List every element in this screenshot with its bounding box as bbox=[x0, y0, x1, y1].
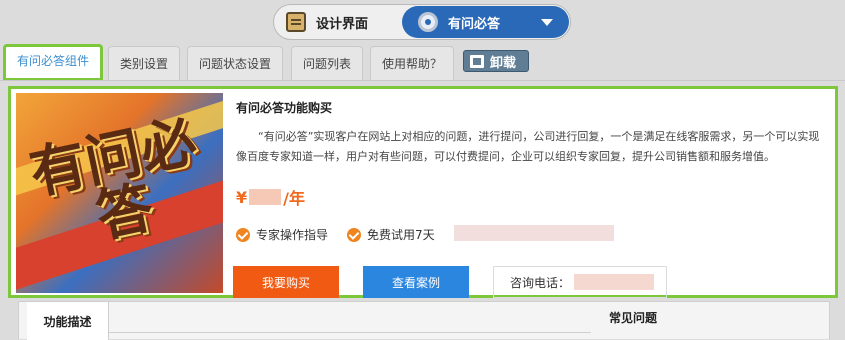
app-select-dropdown[interactable]: 有问必答 bbox=[402, 6, 569, 38]
card-description: “有问必答”实现客户在网站上对相应的问题，进行提问，公司进行回复，一个是满足在线… bbox=[236, 130, 820, 163]
hero-logo-text: 有问必答 bbox=[24, 107, 203, 251]
feature-free-trial: 免费试用7天 bbox=[347, 226, 435, 243]
chevron-down-icon bbox=[541, 19, 553, 26]
card-title: 有问必答功能购买 bbox=[236, 101, 333, 115]
price-redacted bbox=[249, 189, 282, 205]
tab-question-list[interactable]: 问题列表 bbox=[291, 46, 363, 80]
tab-help[interactable]: 使用帮助？ bbox=[370, 46, 454, 80]
unload-icon bbox=[470, 54, 484, 68]
view-cases-button[interactable]: 查看案例 bbox=[363, 266, 469, 298]
phone-label: 咨询电话： bbox=[510, 275, 571, 290]
consult-phone: 咨询电话： bbox=[493, 266, 667, 298]
design-view-label: 设计界面 bbox=[316, 16, 369, 32]
hero-image: 有问必答 bbox=[16, 93, 223, 293]
tab-component[interactable]: 有问必答组件 bbox=[3, 44, 103, 81]
unload-label: 卸载 bbox=[490, 55, 517, 71]
price-unit: /年 bbox=[283, 189, 305, 208]
tab-category-settings[interactable]: 类别设置 bbox=[108, 46, 180, 80]
unload-button[interactable]: 卸载 bbox=[463, 50, 529, 72]
design-view-button[interactable]: 设计界面 bbox=[286, 5, 368, 39]
view-switcher: 设计界面 有问必答 bbox=[273, 4, 571, 40]
feature-expert-guidance: 专家操作指导 bbox=[236, 226, 328, 243]
feature-label: 专家操作指导 bbox=[256, 228, 329, 242]
tab-feature-description[interactable]: 功能描述 bbox=[27, 302, 109, 340]
feature-label: 免费试用7天 bbox=[367, 228, 435, 242]
purchase-card: 有问必答 有问必答功能购买 “有问必答”实现客户在网站上对相应的问题，进行提问，… bbox=[8, 86, 838, 298]
price-currency: ¥ bbox=[236, 187, 248, 207]
check-icon bbox=[347, 227, 361, 242]
bottom-panel: 功能描述 常见问题 bbox=[18, 301, 830, 340]
app-select-label: 有问必答 bbox=[448, 16, 501, 32]
price: ¥ /年 bbox=[236, 185, 305, 209]
check-icon bbox=[236, 227, 250, 242]
tab-divider bbox=[0, 80, 845, 81]
design-icon bbox=[286, 12, 306, 32]
tab-status-settings[interactable]: 问题状态设置 bbox=[187, 46, 283, 80]
redacted-text bbox=[454, 225, 614, 241]
phone-redacted bbox=[574, 274, 655, 290]
gear-icon bbox=[418, 12, 438, 32]
faq-heading: 常见问题 bbox=[609, 310, 658, 325]
buy-button[interactable]: 我要购买 bbox=[233, 266, 339, 298]
